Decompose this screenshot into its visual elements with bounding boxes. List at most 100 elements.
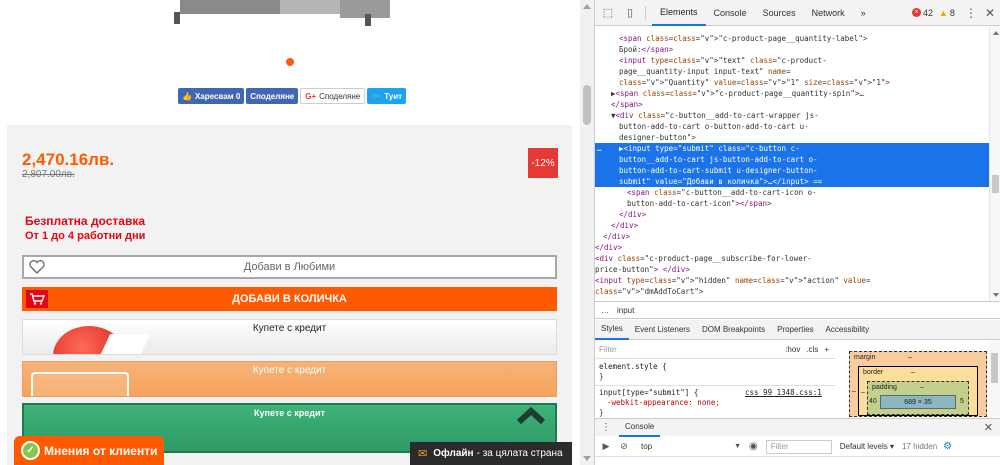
old-price: 2,807.00лв. [22, 169, 75, 180]
context-selector[interactable]: top ▼ [641, 442, 741, 451]
tab-accessibility[interactable]: Accessibility [820, 320, 876, 340]
styles-filter-row: Filter :hov .cls + [595, 341, 835, 359]
styles-pane: Filter :hov .cls + element.style { } inp… [595, 341, 835, 417]
scroll-down-arrow-icon[interactable] [583, 456, 591, 461]
inspect-element-icon[interactable]: ⬚ [599, 4, 617, 22]
dom-line[interactable]: <div class="c-product-page__subscribe-fo… [595, 253, 812, 264]
styles-scrollbar[interactable] [989, 341, 1000, 417]
error-icon: × [911, 8, 921, 17]
more-options-icon[interactable]: ⋮ [965, 6, 977, 20]
tab-sources[interactable]: Sources [755, 0, 804, 26]
dom-tree[interactable]: … <span class=class="v">"c-product-page_… [595, 27, 989, 301]
dom-line[interactable]: <input type=class="v">"text" class="c-pr… [619, 55, 827, 66]
dom-line[interactable]: </div> [603, 231, 630, 242]
chat-status: Офлайн [433, 448, 474, 459]
log-levels-dropdown[interactable]: Default levels ▾ [840, 442, 894, 451]
tweet-button[interactable]: 🐦 Туит [367, 88, 407, 104]
page-scroll-thumb[interactable] [583, 85, 591, 125]
page-scrollbar[interactable] [580, 0, 594, 465]
dom-scroll-thumb[interactable] [992, 175, 999, 193]
breadcrumb-dots[interactable]: … [601, 306, 609, 315]
new-style-rule-button[interactable]: + [824, 345, 829, 354]
credit-logo-arrow [99, 334, 151, 354]
dom-line[interactable]: page__quantity-input input-text" name= [619, 66, 791, 77]
dom-scroll-down-icon[interactable] [993, 293, 999, 297]
element-style-rule[interactable]: element.style { } [599, 362, 667, 382]
dom-line[interactable]: class="v">"Quantity" value=class="v">"1"… [619, 77, 890, 88]
dom-line[interactable]: </span> [611, 99, 643, 110]
chat-widget[interactable]: ✉ Офлайн - за цялата страна [410, 442, 572, 465]
tab-dom-breakpoints[interactable]: DOM Breakpoints [696, 320, 771, 340]
padding-top-value: – [920, 384, 924, 391]
dom-line[interactable]: price-button"> </div> [595, 264, 690, 275]
dom-line[interactable]: ▶<span class=class="v">"c-product-page__… [611, 88, 864, 99]
dom-line[interactable]: </div> [611, 220, 638, 231]
dom-line[interactable]: designer-button"> [619, 132, 696, 143]
dom-line[interactable]: ▼<div class="c-button__add-to-cart-wrapp… [611, 110, 819, 121]
tab-console[interactable]: Console [706, 0, 755, 26]
close-drawer-icon[interactable]: ✕ [984, 421, 993, 434]
dom-line[interactable]: </div> [595, 242, 622, 253]
input-submit-rule[interactable]: input[type="submit"] { css 99 1348.css:1… [599, 388, 822, 417]
styles-filter-input[interactable]: Filter [599, 345, 617, 354]
facebook-share-button[interactable]: Споделяне [246, 88, 299, 104]
clear-console-icon[interactable]: ⊘ [617, 441, 631, 452]
dom-line[interactable]: submit" value="Добави в количка">…</inpu… [619, 176, 822, 187]
drawer-tab-console[interactable]: Console [619, 419, 661, 437]
close-devtools-icon[interactable]: ✕ [985, 6, 995, 20]
dom-line[interactable]: <input type=class="v">"hidden" name=clas… [595, 275, 870, 286]
console-filter-input[interactable]: Filter [765, 439, 832, 454]
tab-network[interactable]: Network [804, 0, 853, 26]
dom-line[interactable]: button-add-to-cart-icon"></span> [627, 198, 772, 209]
dom-line[interactable]: <span class=class="v">"c-product-page__q… [619, 33, 867, 44]
stylesheet-link[interactable]: css 99 1348.css:1 [745, 388, 822, 398]
scroll-up-arrow-icon[interactable] [583, 4, 591, 9]
customer-reviews-tab[interactable]: ✓ Мнения от клиенти [14, 436, 164, 465]
console-output[interactable] [595, 457, 1000, 465]
dom-line[interactable]: ▶<input type="submit" class="c-button c- [619, 143, 800, 154]
tab-styles[interactable]: Styles [595, 320, 629, 340]
discount-badge: -12% [528, 148, 558, 178]
warning-icon: ▲ [939, 7, 948, 18]
styles-scroll-thumb[interactable] [991, 353, 998, 383]
box-model-content[interactable]: 689 × 35 [880, 395, 956, 409]
tab-event-listeners[interactable]: Event Listeners [629, 320, 696, 340]
dom-line[interactable]: button-add-to-cart-submit u-designer-but… [619, 165, 818, 176]
hover-state-toggle[interactable]: :hov [785, 345, 800, 354]
class-toggle[interactable]: .cls [806, 345, 818, 354]
chevron-up-icon[interactable] [516, 403, 546, 433]
dom-tree-scrollbar[interactable] [989, 27, 1000, 301]
dom-scroll-up-icon[interactable] [993, 31, 999, 35]
hidden-messages-count: 17 hidden [902, 442, 938, 451]
more-tabs-button[interactable]: » [853, 0, 874, 26]
drawer-menu-icon[interactable]: ⋮ [601, 422, 611, 433]
buy-on-credit-button-1[interactable]: Купете с кредит [22, 319, 557, 355]
box-model-padding[interactable]: padding – 40 5 689 × 35 [867, 381, 969, 415]
device-toolbar-icon[interactable]: ▯ [621, 4, 639, 22]
console-sidebar-icon[interactable]: ▶ [599, 441, 613, 452]
dom-line[interactable]: Брой:</span> [619, 44, 673, 55]
screen: 👍 Харесвам 0 Споделяне G+ Споделяне 🐦 Ту… [0, 0, 1000, 465]
buy-on-credit-button-2[interactable]: Купете с кредит [22, 361, 557, 397]
dom-line[interactable]: button-add-to-cart o-button-add-to-cart … [619, 121, 809, 132]
issues-counter[interactable]: × 42 ▲ 8 [911, 7, 955, 18]
product-image[interactable] [160, 0, 410, 30]
box-model-border[interactable]: border – – padding – 40 5 689 × 35 [858, 366, 978, 416]
google-plus-share-button[interactable]: G+ Споделяне [300, 88, 366, 104]
webkit-appearance-property[interactable]: -webkit-appearance: none; [599, 398, 720, 408]
gallery-dot-active[interactable] [286, 58, 294, 66]
add-to-cart-button[interactable]: ДОБАВИ В КОЛИЧКА [22, 287, 557, 311]
facebook-like-button[interactable]: 👍 Харесвам 0 [178, 88, 245, 104]
tab-elements[interactable]: Elements [652, 0, 706, 26]
tab-properties[interactable]: Properties [771, 320, 819, 340]
breadcrumb-input[interactable]: input [617, 306, 634, 315]
box-model-margin[interactable]: margin – – border – – padding – 40 5 689… [849, 351, 987, 417]
console-settings-gear-icon[interactable]: ⚙ [943, 441, 952, 452]
dom-line[interactable]: button__add-to-cart js-button-add-to-car… [619, 154, 818, 165]
dom-line[interactable]: </div> [619, 209, 646, 220]
live-expression-eye-icon[interactable]: ◉ [749, 441, 758, 452]
dom-line[interactable]: <span class="c-button__add-to-cart-icon … [627, 187, 817, 198]
free-delivery-text: Безплатна доставка [25, 214, 146, 228]
dom-line[interactable]: class="v">"dmAddToCart"> [595, 286, 703, 297]
add-to-favorites-button[interactable]: Добави в Любими [22, 255, 557, 279]
